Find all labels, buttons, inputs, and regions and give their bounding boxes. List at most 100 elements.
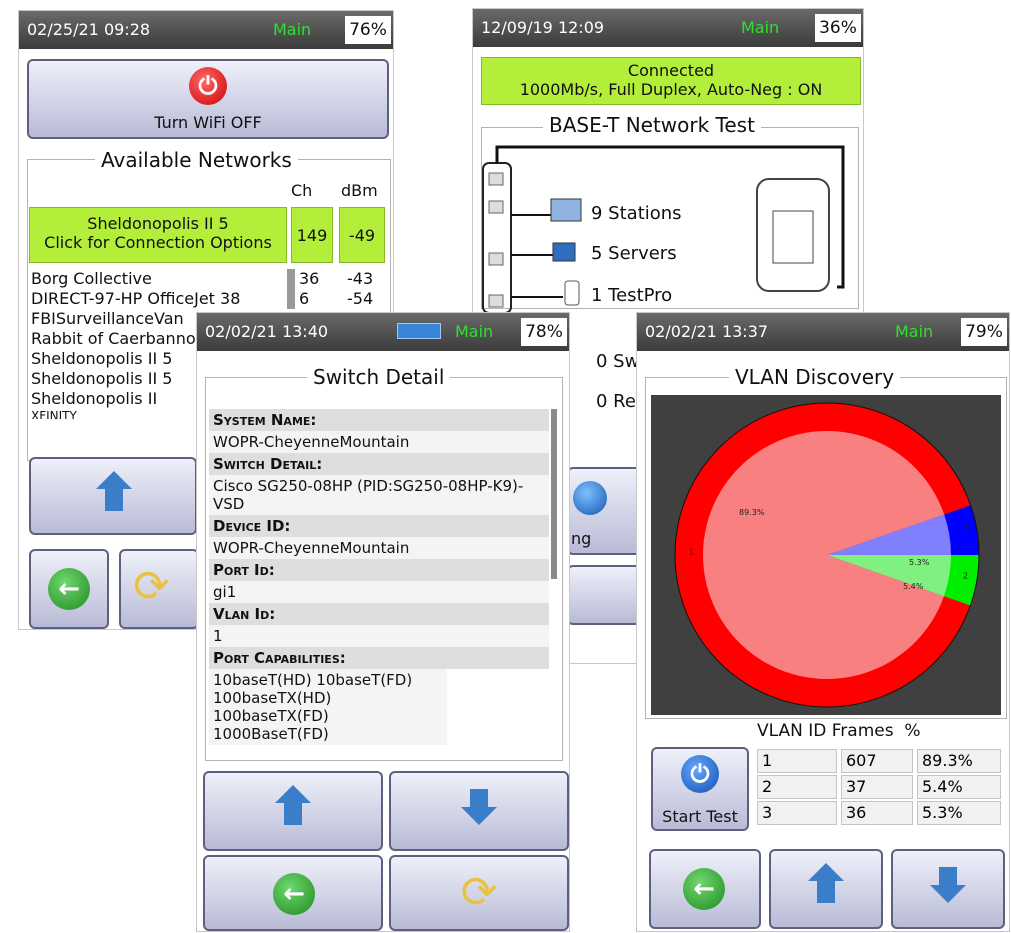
- device-id-label: Device ID:: [209, 515, 549, 537]
- page-up-button[interactable]: [203, 771, 383, 851]
- status-datetime: 02/02/21 13:40: [205, 322, 329, 341]
- vlan-row-1-id: 1: [757, 749, 837, 773]
- page-down-button[interactable]: [389, 771, 569, 851]
- list-item[interactable]: XFINITY: [31, 409, 201, 419]
- battery-level: 76%: [345, 16, 391, 44]
- network-name: Sheldonopolis II 5: [31, 349, 173, 368]
- status-bar: 02/02/21 13:37 Main 79%: [637, 313, 1009, 351]
- selected-network-button[interactable]: Sheldonopolis II 5 Click for Connection …: [29, 207, 287, 263]
- battery-level: 78%: [521, 318, 567, 346]
- switch-detail-title: Switch Detail: [307, 365, 451, 389]
- vlan-row-1-pct: 89.3%: [917, 749, 1001, 773]
- network-name: Sheldonopolis II: [31, 389, 158, 408]
- selected-ch: 149: [291, 207, 333, 263]
- power-icon: ⏻: [189, 67, 227, 105]
- vlan-row-3-id: 3: [757, 801, 837, 825]
- vlan-row-3-pct: 5.3%: [917, 801, 1001, 825]
- ping-label: ng: [571, 529, 592, 548]
- network-name: DIRECT-97-HP OfficeJet 38: [31, 289, 241, 308]
- network-connected-icon: [397, 323, 441, 339]
- network-test-title: BASE-T Network Test: [543, 113, 761, 137]
- list-item[interactable]: Sheldonopolis II 5: [31, 349, 201, 368]
- network-name: Sheldonopolis II 5: [31, 369, 173, 388]
- list-item[interactable]: Borg Collective: [31, 269, 281, 288]
- connection-details: 1000Mb/s, Full Duplex, Auto-Neg : ON: [519, 80, 823, 99]
- topology-diagram: [482, 145, 845, 314]
- back-button[interactable]: ←: [29, 549, 109, 629]
- routers-count[interactable]: 0 Re: [596, 391, 636, 412]
- refresh-button[interactable]: ⟳: [389, 855, 569, 931]
- page-down-icon-stem: [939, 867, 957, 885]
- selected-dbm: -49: [339, 207, 385, 263]
- network-name: Rabbit of Caerbannog: [31, 329, 201, 348]
- vlan-title: VLAN Discovery: [729, 365, 901, 389]
- ping-button[interactable]: ng: [567, 467, 647, 555]
- switch-field-list: System Name: WOPR-CheyenneMountain Switc…: [209, 409, 549, 745]
- port-id-label: Port Id:: [209, 559, 549, 581]
- testpro-small-icon: [564, 280, 580, 306]
- selected-network-name: Sheldonopolis II 5: [87, 214, 229, 233]
- list-item[interactable]: Sheldonopolis II: [31, 389, 201, 408]
- baset-lower-button[interactable]: [567, 565, 647, 625]
- network-ch: 6: [299, 289, 310, 308]
- network-name: Borg Collective: [31, 269, 152, 288]
- refresh-icon: ⟳: [460, 867, 498, 918]
- page-up-button[interactable]: [29, 457, 197, 535]
- vlan-row-2-pct: 5.4%: [917, 775, 1001, 799]
- status-datetime: 02/25/21 09:28: [27, 20, 151, 39]
- back-arrow-icon: ←: [273, 873, 315, 915]
- page-up-icon: [808, 863, 844, 881]
- list-scrollbar[interactable]: [287, 269, 295, 309]
- monitor-icon: [550, 198, 582, 222]
- page-down-icon: [930, 885, 966, 903]
- switches-count[interactable]: 0 Sw: [596, 351, 639, 372]
- back-button[interactable]: ←: [649, 849, 761, 929]
- page-up-button[interactable]: [769, 849, 883, 929]
- network-dbm: -54: [347, 289, 374, 308]
- back-arrow-icon: ←: [683, 868, 725, 910]
- port-id-value: gi1: [209, 581, 549, 603]
- network-name: XFINITY: [31, 409, 77, 419]
- port-icon: [488, 294, 504, 308]
- page-down-button[interactable]: [891, 849, 1005, 929]
- start-test-button[interactable]: ⏻ Start Test: [651, 747, 749, 831]
- switch-detail-value: Cisco SG250-08HP (PID:SG250-08HP-K9)-VSD: [209, 475, 549, 515]
- section-title: Available Networks: [95, 148, 298, 172]
- turn-wifi-off-button[interactable]: ⏻ Turn WiFi OFF: [27, 59, 389, 139]
- list-item[interactable]: DIRECT-97-HP OfficeJet 38: [31, 289, 281, 308]
- back-button[interactable]: ←: [203, 855, 383, 931]
- port-capabilities-label: Port Capabilities:: [209, 647, 549, 669]
- refresh-button[interactable]: ⟳: [119, 549, 199, 629]
- pie-id-vlan-1: 1: [689, 548, 694, 557]
- stations-count[interactable]: 9 Stations: [591, 203, 682, 224]
- list-item[interactable]: Rabbit of Caerbannog: [31, 329, 201, 348]
- network-dbm: -43: [347, 269, 374, 288]
- globe-icon: [573, 481, 607, 515]
- port-icon: [488, 252, 504, 266]
- page-up-icon-stem: [817, 881, 835, 903]
- vlan-row-3-frames: 36: [841, 801, 913, 825]
- detail-scrollbar[interactable]: [551, 409, 557, 579]
- testpro-screen-icon: [772, 210, 814, 264]
- vlan-pie-chart: 5.3% 3 5.4% 2 89.3% 1: [674, 402, 980, 708]
- port-capabilities-value: 10baseT(HD) 10baseT(FD) 100baseTX(HD) 10…: [209, 669, 447, 745]
- servers-count[interactable]: 5 Servers: [591, 243, 677, 264]
- vlan-row-2-frames: 37: [841, 775, 913, 799]
- page-down-icon: [461, 807, 497, 825]
- vlan-row-1-frames: 607: [841, 749, 913, 773]
- toggle-label: Turn WiFi OFF: [154, 113, 262, 132]
- system-name-value: WOPR-CheyenneMountain: [209, 431, 549, 453]
- vlan-table-header: VLAN ID Frames %: [757, 721, 921, 741]
- list-item[interactable]: FBISurveillanceVan: [31, 309, 201, 328]
- battery-level: 79%: [961, 318, 1007, 346]
- status-profile: Main: [895, 322, 934, 341]
- switch-detail-screen: 02/02/21 13:40 Main 78% Switch Detail Sy…: [196, 312, 570, 932]
- testpro-count[interactable]: 1 TestPro: [591, 285, 672, 306]
- port-icon: [488, 172, 504, 186]
- pie-plot-area: 5.3% 3 5.4% 2 89.3% 1: [651, 395, 1001, 715]
- list-item[interactable]: Sheldonopolis II 5: [31, 369, 201, 388]
- system-name-label: System Name:: [209, 409, 549, 431]
- servers-icon: [552, 242, 576, 262]
- battery-level: 36%: [815, 14, 861, 42]
- status-datetime: 12/09/19 12:09: [481, 18, 605, 37]
